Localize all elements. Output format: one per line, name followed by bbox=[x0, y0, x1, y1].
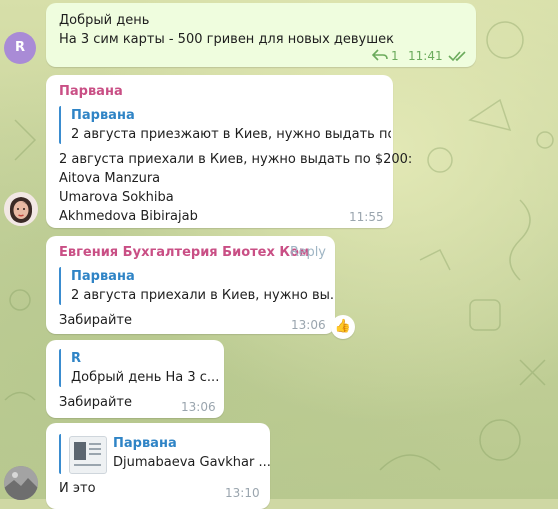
sender-avatar[interactable] bbox=[4, 466, 38, 500]
reply-quote[interactable]: Парвана Djumabaeva Gavkhar ... bbox=[59, 434, 271, 474]
message-bubble[interactable]: Парвана Парвана 2 августа приезжают в Ки… bbox=[46, 75, 412, 228]
quote-text: Djumabaeva Gavkhar ... bbox=[113, 455, 271, 470]
message-text-line: И это bbox=[59, 481, 96, 496]
quote-author: R bbox=[71, 351, 82, 366]
quote-text: 2 августа приехали в Киев, нужно вы... bbox=[71, 288, 333, 303]
reaction-button[interactable]: 👍 bbox=[331, 315, 355, 339]
message-text-line: Добрый день bbox=[59, 13, 150, 28]
avatar-photo-icon bbox=[4, 466, 38, 500]
message-bubble[interactable]: Евгения Бухгалтерия Биотех Ком Reply Пар… bbox=[46, 236, 335, 334]
message-text-line: Aitova Manzura bbox=[59, 171, 161, 186]
reply-quote[interactable]: Парвана 2 августа приехали в Киев, нужно… bbox=[59, 267, 333, 305]
message-text-line: На 3 сим карты - 500 гривен для новых де… bbox=[59, 32, 394, 47]
thumbs-up-icon: 👍 bbox=[334, 319, 352, 334]
message-text-line: Umarova Sokhiba bbox=[59, 190, 174, 205]
double-check-icon bbox=[448, 49, 468, 62]
message-text-line: 2 августа приехали в Киев, нужно выдать … bbox=[59, 152, 413, 167]
quote-author: Парвана bbox=[113, 436, 177, 451]
message-text-line: Забирайте bbox=[59, 313, 133, 328]
message-text-line: Забирайте bbox=[59, 395, 133, 410]
reply-quote[interactable]: R Добрый день На 3 с... bbox=[59, 349, 223, 387]
sender-avatar-r[interactable]: R bbox=[4, 32, 36, 64]
sender-name[interactable]: Парвана bbox=[59, 82, 123, 101]
message-time: 11:55 bbox=[349, 210, 384, 224]
sender-avatar-parvana[interactable] bbox=[4, 192, 38, 226]
message-time: 13:10 bbox=[225, 486, 260, 500]
document-thumbnail bbox=[69, 436, 107, 474]
message-time: 11:41 bbox=[408, 49, 443, 63]
message-time: 13:06 bbox=[181, 400, 216, 414]
reply-arrow-icon[interactable] bbox=[371, 48, 388, 62]
sender-name[interactable]: Евгения Бухгалтерия Биотех Ком bbox=[59, 243, 310, 262]
reply-quote[interactable]: Парвана 2 августа приезжают в Киев, нужн… bbox=[59, 106, 391, 144]
reply-button[interactable]: Reply bbox=[290, 243, 326, 262]
quote-text: Добрый день На 3 с... bbox=[71, 370, 220, 385]
quote-text: 2 августа приезжают в Киев, нужно выдать… bbox=[71, 127, 391, 142]
message-time: 13:06 bbox=[291, 318, 326, 332]
avatar-portrait-icon bbox=[4, 192, 38, 226]
avatar-letter: R bbox=[14, 40, 25, 55]
reply-count[interactable]: 1 bbox=[391, 47, 399, 66]
message-bubble[interactable]: Добрый день На 3 сим карты - 500 гривен … bbox=[46, 3, 476, 67]
message-bubble[interactable]: Парвана Djumabaeva Gavkhar ... И это 13:… bbox=[46, 423, 271, 509]
message-bubble[interactable]: R Добрый день На 3 с... Забирайте 13:06 bbox=[46, 340, 224, 418]
quote-author: Парвана bbox=[71, 108, 135, 123]
quote-author: Парвана bbox=[71, 269, 135, 284]
